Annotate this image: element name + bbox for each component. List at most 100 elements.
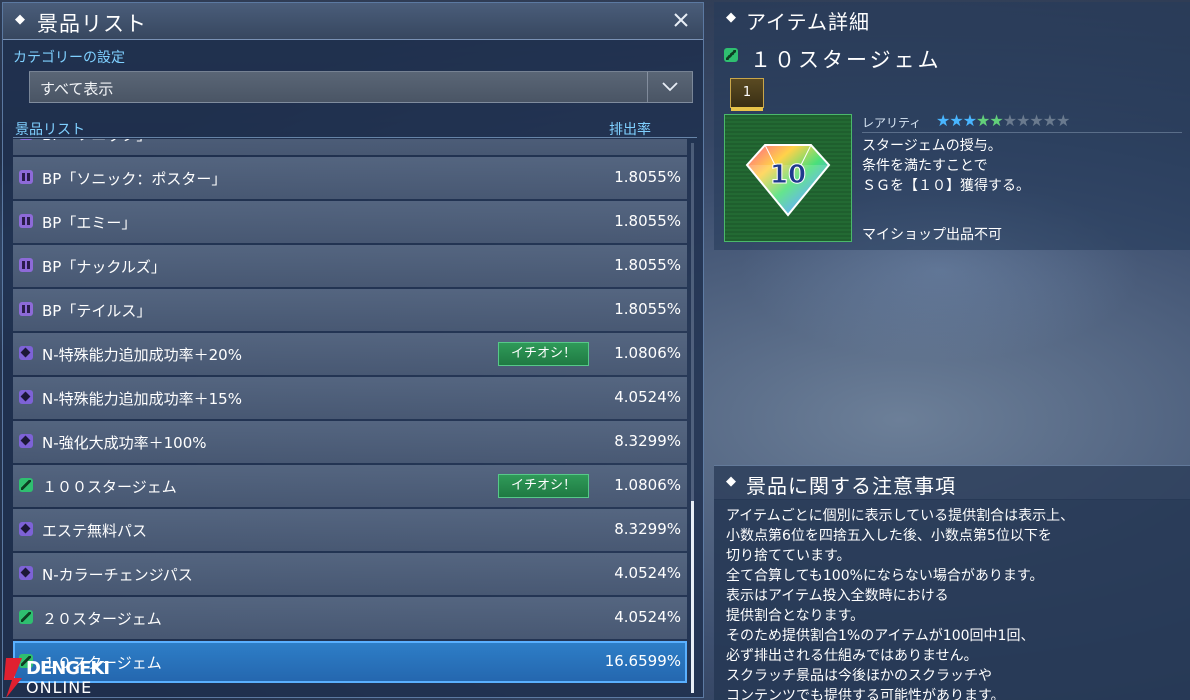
- list-item-rate: 1.8055%: [614, 300, 681, 318]
- list-item-rate: 1.0806%: [614, 344, 681, 362]
- gem-value-label: 10: [770, 160, 806, 190]
- item-name: １０スタージェム: [750, 48, 942, 72]
- watermark-logo: DENGEKI ONLINE: [4, 656, 134, 700]
- list-item-rate: 1.8055%: [614, 256, 681, 274]
- list-item[interactable]: ２０スタージェム 4.0524%: [13, 597, 687, 639]
- blueprint-icon: [19, 258, 33, 272]
- shop-note: マイショップ出品不可: [862, 227, 1002, 243]
- list-item-label: BP「ナックルズ」: [42, 258, 166, 276]
- panel-title: 景品リスト: [37, 12, 147, 36]
- item-pass-icon: [19, 434, 33, 448]
- close-icon: [674, 13, 688, 27]
- item-image: 10: [724, 114, 852, 242]
- list-item[interactable]: N-特殊能力追加成功率＋20% イチオシ！ 1.0806%: [13, 333, 687, 375]
- list-item[interactable]: １００スタージェム イチオシ！ 1.0806%: [13, 465, 687, 507]
- list-item-rate: 1.8055%: [614, 139, 681, 142]
- rarity-star-icon: ★: [1016, 111, 1030, 130]
- gem-icon: 10: [745, 144, 831, 217]
- list-item-rate: 1.8055%: [614, 212, 681, 230]
- list-item[interactable]: エステ無料パス 8.3299%: [13, 509, 687, 551]
- category-select[interactable]: すべて表示: [29, 71, 693, 103]
- list-item[interactable]: N-強化大成功率＋100% 8.3299%: [13, 421, 687, 463]
- list-item-label: BP「テイルス」: [42, 302, 152, 320]
- rarity-star-icon: ★: [1029, 111, 1043, 130]
- notes-title: 景品に関する注意事項: [746, 474, 956, 498]
- category-label: カテゴリーの設定: [13, 50, 125, 66]
- rarity-label: レアリティ: [862, 116, 922, 130]
- item-description: スタージェムの授与。 条件を満たすことで ＳＧを【１０】獲得する。: [862, 136, 1030, 196]
- list-item[interactable]: N-カラーチェンジパス 4.0524%: [13, 553, 687, 595]
- rarity-star-icon: ★: [936, 111, 950, 130]
- star-gem-icon: [724, 48, 738, 62]
- blueprint-icon: [19, 302, 33, 316]
- list-item-label: エステ無料パス: [42, 522, 148, 540]
- watermark-line2: ONLINE: [26, 678, 93, 697]
- item-pass-icon: [19, 346, 33, 360]
- rarity-star-icon: ★: [989, 111, 1003, 130]
- prize-list-titlebar: ◆ 景品リスト: [3, 3, 703, 40]
- quantity-badge: 1: [730, 78, 764, 111]
- notes-line: 提供割合となります。: [726, 608, 865, 624]
- rarity-row: レアリティ ★★★★★★★★★★: [862, 111, 1182, 133]
- list-item-label: １００スタージェム: [42, 478, 177, 496]
- item-detail-panel: １０スタージェム 1 10 レアリティ ★★★★★★★★★★ スタージェムの授与…: [714, 36, 1190, 250]
- list-item[interactable]: BP「エミー」 1.8055%: [13, 201, 687, 243]
- logo-mark-icon: [4, 658, 22, 698]
- list-item-label: BP「ソニック」: [42, 139, 151, 145]
- select-dropdown-button[interactable]: [647, 72, 692, 102]
- notes-line: アイテムごとに個別に表示している提供割合は表示上、: [726, 508, 1075, 524]
- rarity-star-icon: ★: [949, 111, 963, 130]
- list-header-name: 景品リスト: [15, 122, 85, 138]
- rarity-star-icon: ★: [1042, 111, 1057, 130]
- recommended-badge: イチオシ！: [498, 342, 589, 366]
- notes-line: スクラッチ景品は今後ほかのスクラッチや: [726, 668, 992, 684]
- scrollbar[interactable]: [691, 143, 694, 693]
- chevron-down-icon: [662, 82, 678, 92]
- diamond-icon: ◆: [726, 474, 736, 489]
- item-description-line: 条件を満たすことで: [862, 158, 988, 174]
- list-item-label: BP「ソニック：ポスター」: [42, 170, 227, 188]
- prize-list[interactable]: BP「ソニック」1.8055%BP「ソニック：ポスター」1.8055%BP「エミ…: [13, 139, 687, 694]
- blueprint-icon: [19, 214, 33, 228]
- item-detail-title: アイテム詳細: [746, 10, 870, 34]
- rarity-stars: ★★★★★★★★★★: [936, 111, 1070, 130]
- prize-list-panel: ◆ 景品リスト カテゴリーの設定 すべて表示 景品リスト 排出率 BP「ソニック…: [2, 2, 704, 698]
- notes-line: 表示はアイテム投入全数時における: [726, 588, 949, 604]
- list-item-rate: 16.6599%: [604, 652, 681, 670]
- rarity-star-icon: ★: [1002, 111, 1017, 130]
- notes-line: コンテンツでも提供する可能性があります。: [726, 688, 1005, 700]
- scrollbar-thumb[interactable]: [691, 501, 694, 693]
- notes-panel[interactable]: アイテムごとに個別に表示している提供割合は表示上、 小数点第6位を四捨五入した後、…: [714, 499, 1190, 700]
- close-button[interactable]: [669, 9, 693, 33]
- watermark-line1: DENGEKI: [26, 658, 110, 679]
- header-divider: [13, 137, 697, 138]
- notes-line: 切り捨てています。: [726, 548, 851, 564]
- notes-line: 必ず排出される仕組みではありません。: [726, 648, 978, 664]
- list-item[interactable]: BP「ソニック」 1.8055%: [13, 139, 687, 155]
- rarity-star-icon: ★: [962, 111, 977, 130]
- item-pass-icon: [19, 522, 33, 536]
- list-item[interactable]: BP「ソニック：ポスター」 1.8055%: [13, 157, 687, 199]
- item-pass-icon: [19, 566, 33, 580]
- list-item[interactable]: N-特殊能力追加成功率＋15% 4.0524%: [13, 377, 687, 419]
- diamond-icon: ◆: [15, 12, 25, 27]
- notes-line: そのため提供割合1%のアイテムが100回中1回、: [726, 628, 1035, 644]
- category-select-value: すべて表示: [40, 80, 114, 98]
- notes-titlebar: ◆ 景品に関する注意事項: [714, 465, 1190, 500]
- star-gem-icon: [19, 610, 33, 624]
- list-item-rate: 1.8055%: [614, 168, 681, 186]
- rarity-star-icon: ★: [976, 111, 990, 130]
- notes-text: アイテムごとに個別に表示している提供割合は表示上、 小数点第6位を四捨五入した後、…: [726, 506, 1186, 700]
- list-item[interactable]: BP「ナックルズ」 1.8055%: [13, 245, 687, 287]
- list-item-rate: 4.0524%: [614, 608, 681, 626]
- list-item-rate: 8.3299%: [614, 520, 681, 538]
- item-description-line: ＳＧを【１０】獲得する。: [862, 178, 1030, 194]
- list-item[interactable]: BP「テイルス」 1.8055%: [13, 289, 687, 331]
- item-detail-titlebar: ◆ アイテム詳細: [714, 2, 1190, 36]
- item-pass-icon: [19, 390, 33, 404]
- list-item-rate: 4.0524%: [614, 564, 681, 582]
- list-item-label: N-特殊能力追加成功率＋20%: [42, 346, 242, 364]
- notes-line: 全て合算しても100%にならない場合があります。: [726, 568, 1044, 584]
- star-gem-icon: [19, 478, 33, 492]
- list-item-label: N-強化大成功率＋100%: [42, 434, 207, 452]
